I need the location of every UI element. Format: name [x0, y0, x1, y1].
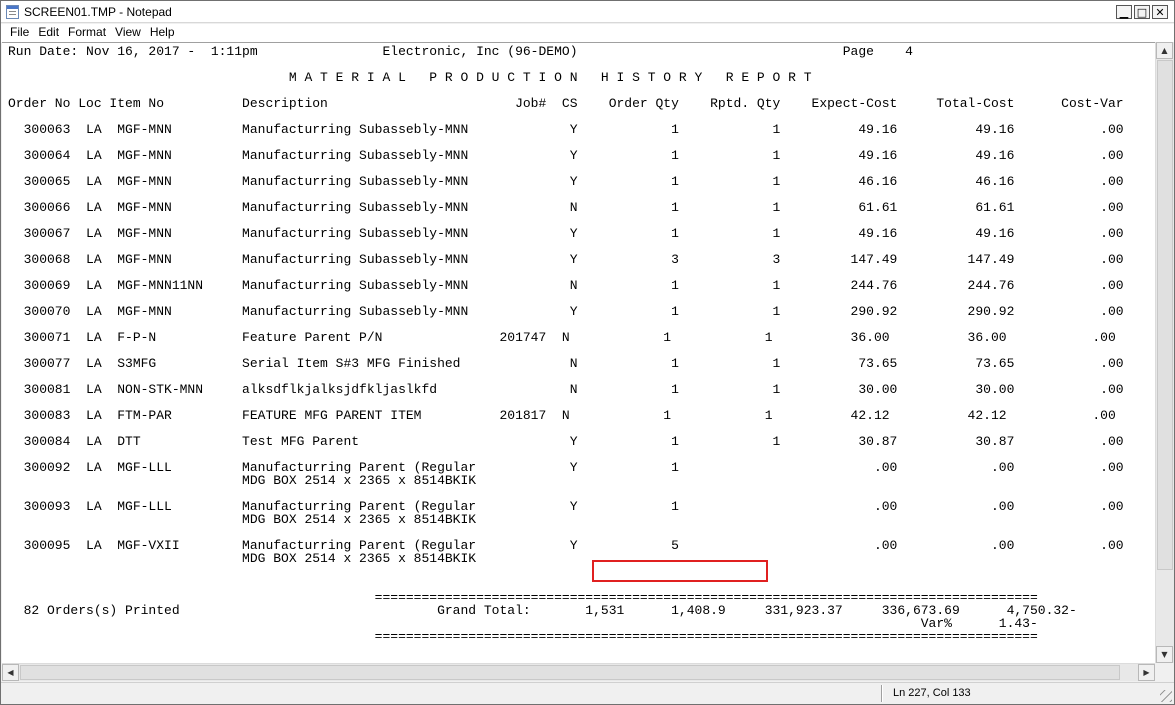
- scroll-right-icon[interactable]: ▶: [1138, 664, 1155, 681]
- scrollbar-corner: [1155, 663, 1174, 681]
- cursor-position: Ln 227, Col 133: [893, 687, 971, 699]
- minimize-icon: ▁: [1119, 5, 1129, 19]
- status-divider: [881, 685, 883, 702]
- window-controls: ▁ □ ✕: [1116, 5, 1168, 19]
- notepad-window: SCREEN01.TMP - Notepad ▁ □ ✕ File Edit F…: [0, 0, 1175, 705]
- report-row: 300068 LA MGF-MNN Manufacturring Subasse…: [8, 252, 1124, 267]
- report-row: 300067 LA MGF-MNN Manufacturring Subasse…: [8, 226, 1124, 241]
- menu-help[interactable]: Help: [146, 24, 180, 42]
- status-bar: Ln 227, Col 133: [1, 682, 1174, 704]
- menu-file[interactable]: File: [6, 24, 34, 42]
- report-row: 300066 LA MGF-MNN Manufacturring Subasse…: [8, 200, 1124, 215]
- text-editor[interactable]: Run Date: Nov 16, 2017 - 1:11pm Electron…: [2, 42, 1155, 663]
- resize-grip-icon[interactable]: [1160, 690, 1172, 702]
- close-icon: ✕: [1155, 5, 1165, 19]
- total-separator-bottom: ========================================…: [8, 629, 1038, 644]
- report-row: 300064 LA MGF-MNN Manufacturring Subasse…: [8, 148, 1124, 163]
- report-row: 300083 LA FTM-PAR FEATURE MFG PARENT ITE…: [8, 408, 1116, 423]
- report-header-line: Run Date: Nov 16, 2017 - 1:11pm Electron…: [8, 44, 913, 59]
- menu-edit[interactable]: Edit: [34, 24, 64, 42]
- report-row: 300070 LA MGF-MNN Manufacturring Subasse…: [8, 304, 1124, 319]
- maximize-button[interactable]: □: [1134, 5, 1150, 19]
- notepad-icon[interactable]: [6, 5, 19, 19]
- maximize-icon: □: [1136, 5, 1148, 19]
- window-title: SCREEN01.TMP - Notepad: [24, 5, 172, 19]
- report-row-continuation: MDG BOX 2514 x 2365 x 8514BKIK: [8, 473, 477, 488]
- menu-view[interactable]: View: [111, 24, 146, 42]
- vertical-scrollbar[interactable]: ▲ ▼: [1155, 42, 1174, 663]
- close-button[interactable]: ✕: [1152, 5, 1168, 19]
- grand-total-highlight-box: [592, 560, 768, 582]
- report-row: 300077 LA S3MFG Serial Item S#3 MFG Fini…: [8, 356, 1124, 371]
- menu-format[interactable]: Format: [64, 24, 111, 42]
- title-bar[interactable]: SCREEN01.TMP - Notepad ▁ □ ✕: [1, 1, 1174, 23]
- report-row: 300071 LA F-P-N Feature Parent P/N 20174…: [8, 330, 1116, 345]
- scroll-down-icon[interactable]: ▼: [1156, 646, 1173, 663]
- horizontal-scroll-thumb[interactable]: [20, 665, 1120, 680]
- report-row: 300065 LA MGF-MNN Manufacturring Subasse…: [8, 174, 1124, 189]
- column-headers: Order No Loc Item No Description Job# CS…: [8, 96, 1124, 111]
- report-row: 300069 LA MGF-MNN11NN Manufacturring Sub…: [8, 278, 1124, 293]
- report-row: 300084 LA DTT Test MFG Parent Y 1 1 30.8…: [8, 434, 1124, 449]
- report-row-continuation: MDG BOX 2514 x 2365 x 8514BKIK: [8, 512, 477, 527]
- scroll-left-icon[interactable]: ◀: [2, 664, 19, 681]
- vertical-scroll-thumb[interactable]: [1157, 60, 1173, 570]
- scroll-up-icon[interactable]: ▲: [1156, 42, 1173, 59]
- menu-bar: File Edit Format View Help: [1, 24, 1174, 42]
- report-title: M A T E R I A L P R O D U C T I O N H I …: [8, 70, 812, 85]
- horizontal-scrollbar[interactable]: ◀ ▶: [2, 663, 1155, 681]
- report-row: 300063 LA MGF-MNN Manufacturring Subasse…: [8, 122, 1124, 137]
- minimize-button[interactable]: ▁: [1116, 5, 1132, 19]
- report-row: 300081 LA NON-STK-MNN alksdflkjalksjdfkl…: [8, 382, 1124, 397]
- report-row-continuation: MDG BOX 2514 x 2365 x 8514BKIK: [8, 551, 477, 566]
